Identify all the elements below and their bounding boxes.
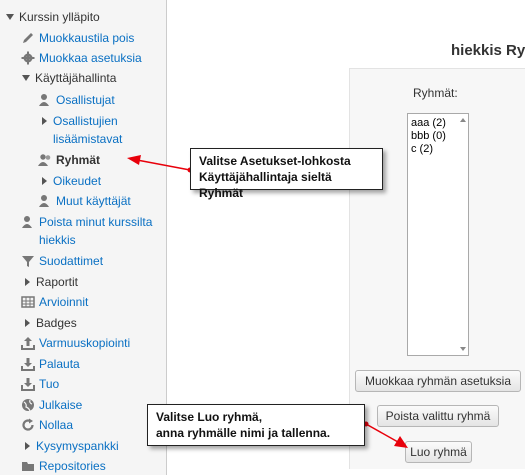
callout-line: Valitse Luo ryhmä, — [156, 410, 263, 424]
arrow-head — [394, 436, 408, 448]
callout-line: anna ryhmälle nimi ja tallenna. — [156, 426, 331, 440]
create-group-instruction-callout: Valitse Luo ryhmä, anna ryhmälle nimi ja… — [147, 404, 365, 446]
arrow-line — [365, 423, 399, 443]
annotation-arrows — [127, 155, 408, 448]
callout-line: Käyttäjähallintaja sieltä Ryhmät — [199, 170, 332, 200]
arrow-line — [136, 159, 191, 171]
callout-line: Valitse Asetukset-lohkosta — [199, 154, 351, 168]
arrow-head — [127, 155, 141, 165]
groups-instruction-callout: Valitse Asetukset-lohkosta Käyttäjähalli… — [190, 148, 383, 200]
